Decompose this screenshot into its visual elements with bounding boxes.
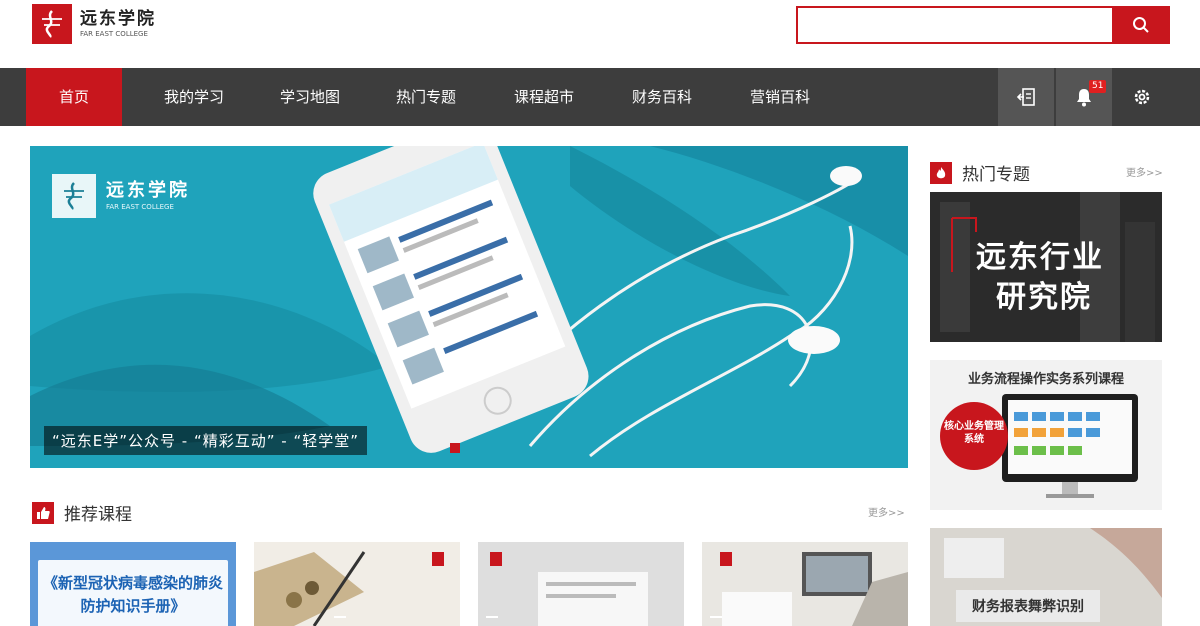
banner-logo-cn: 远东学院 xyxy=(106,180,190,201)
search-input[interactable] xyxy=(796,6,1112,44)
recommended-more-link[interactable]: 更多>> xyxy=(868,504,905,519)
nav-marketing-wiki[interactable]: 营销百科 xyxy=(732,68,828,126)
banner-logo: 远东学院 FAR EAST COLLEGE xyxy=(52,174,190,218)
nav-home[interactable]: 首页 xyxy=(26,68,122,126)
course-thumbnail xyxy=(538,572,648,626)
recommended-title: 推荐课程 xyxy=(64,505,132,525)
course-card[interactable]: 《新型冠状病毒感染的肺炎防护知识手册》 xyxy=(30,542,236,626)
notification-count-badge: 51 xyxy=(1089,80,1107,93)
hot-topics-title: 热门专题 xyxy=(962,165,1030,185)
recommended-header: 推荐课程 xyxy=(32,500,132,525)
topic-card-industry-institute[interactable]: 远东行业 研究院 xyxy=(930,192,1162,342)
course-card-tag xyxy=(710,616,722,618)
course-card[interactable] xyxy=(478,542,684,626)
topic-card-financial-fraud[interactable]: 财务报表舞弊识别 xyxy=(930,528,1162,626)
course-thumbnail xyxy=(722,552,908,626)
banner-caption: “远东E学”公众号 - “精彩互动” - “轻学堂” xyxy=(44,426,368,455)
site-logo[interactable]: 远东学院 FAR EAST COLLEGE xyxy=(32,4,156,44)
banner-logo-en: FAR EAST COLLEGE xyxy=(106,203,174,211)
search-icon xyxy=(1133,17,1149,33)
hot-topics-header: 热门专题 xyxy=(930,160,1030,185)
top-header: 远东学院 FAR EAST COLLEGE xyxy=(0,0,1200,68)
topic-card-line1: 远东行业 xyxy=(976,240,1104,275)
settings-button[interactable] xyxy=(1114,68,1170,126)
search-bar xyxy=(796,6,1170,44)
hot-topics-more-link[interactable]: 更多>> xyxy=(1126,164,1163,179)
course-card-logo-icon xyxy=(720,552,732,566)
topic-card-business-process[interactable]: 业务流程操作实务系列课程 核心业务管理系统 xyxy=(930,360,1162,510)
nav-hot-topics[interactable]: 热门专题 xyxy=(378,68,474,126)
main-nav: 首页 我的学习 学习地图 热门专题 课程超市 财务百科 营销百科 51 xyxy=(0,68,1200,126)
nav-my-learning[interactable]: 我的学习 xyxy=(146,68,242,126)
course-card-panel: 《新型冠状病毒感染的肺炎防护知识手册》 xyxy=(38,560,228,626)
notifications-button[interactable]: 51 xyxy=(1056,68,1112,126)
thumbs-up-icon xyxy=(32,501,54,524)
topic-card-badge: 核心业务管理系统 xyxy=(940,402,1008,470)
gear-icon xyxy=(1134,89,1150,105)
flame-icon xyxy=(930,161,952,184)
search-button[interactable] xyxy=(1112,6,1170,44)
nav-course-market[interactable]: 课程超市 xyxy=(496,68,592,126)
topic-card-line2: 研究院 xyxy=(996,280,1092,315)
course-card-tag xyxy=(334,616,346,618)
course-thumbnail xyxy=(254,551,366,626)
topic-card-label: 财务报表舞弊识别 xyxy=(956,590,1100,622)
carousel-indicator[interactable] xyxy=(450,443,460,453)
course-card-logo-icon xyxy=(490,552,502,566)
logo-name-cn: 远东学院 xyxy=(80,9,156,29)
logo-name-en: FAR EAST COLLEGE xyxy=(80,30,148,38)
course-card-title: 《新型冠状病毒感染的肺炎防护知识手册》 xyxy=(42,574,223,615)
course-card[interactable] xyxy=(702,542,908,626)
nav-learning-map[interactable]: 学习地图 xyxy=(262,68,358,126)
logo-emblem-icon xyxy=(32,4,72,44)
logout-button[interactable] xyxy=(998,68,1054,126)
course-card[interactable] xyxy=(254,542,460,626)
hero-banner[interactable]: 远东学院 FAR EAST COLLEGE “远东E学”公众号 - “精彩互动”… xyxy=(30,146,908,468)
banner-logo-emblem-icon xyxy=(52,174,96,218)
nav-finance-wiki[interactable]: 财务百科 xyxy=(614,68,710,126)
exit-icon xyxy=(1016,88,1035,106)
course-card-logo-icon xyxy=(432,552,444,566)
course-card-tag xyxy=(486,616,498,618)
